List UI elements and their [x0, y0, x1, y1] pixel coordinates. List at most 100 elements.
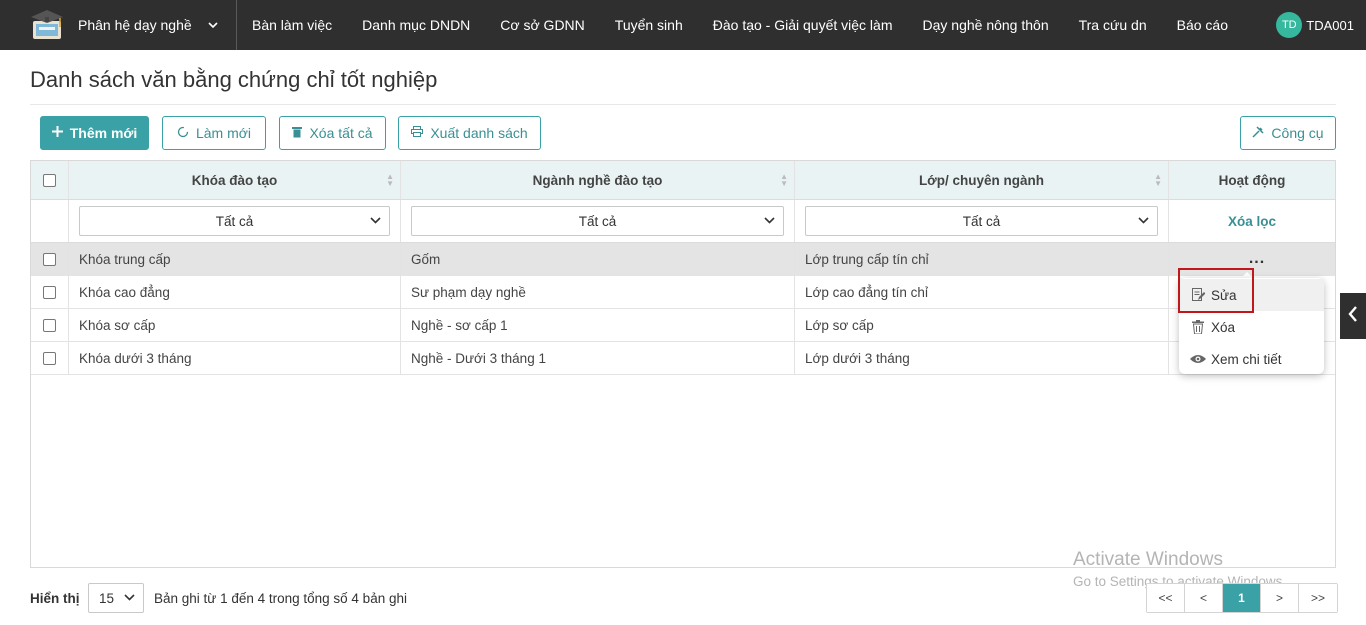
table-cell: Nghề - Dưới 3 tháng 1 [401, 342, 795, 374]
class-filter-select[interactable]: Tất cả [805, 206, 1158, 236]
table-cell: Sư phạm dạy nghề [401, 276, 795, 308]
user-menu[interactable]: TD TDA001 [1276, 12, 1354, 38]
graduation-cap-logo-icon [30, 8, 64, 42]
user-name: TDA001 [1306, 17, 1354, 33]
row-select-cell [31, 342, 69, 374]
filter-cell: Xóa lọc [1169, 200, 1335, 242]
nav-item-ban-lam-viec[interactable]: Bàn làm việc [252, 17, 332, 33]
column-header-label: Khóa đào tạo [191, 172, 278, 188]
table-cell: Nghề - sơ cấp 1 [401, 309, 795, 341]
column-header-class[interactable]: Lớp/ chuyên ngành ▲ ▼ [795, 161, 1169, 199]
table-cell: Lớp dưới 3 tháng [795, 342, 1169, 374]
row-checkbox[interactable] [43, 252, 56, 266]
refresh-label: Làm mới [195, 125, 252, 141]
printer-icon [411, 126, 424, 140]
filter-cell: Tất cả [795, 200, 1169, 242]
table-cell: Lớp sơ cấp [795, 309, 1169, 341]
add-new-label: Thêm mới [69, 125, 138, 141]
avatar: TD [1276, 12, 1303, 38]
profession-filter-select[interactable]: Tất cả [411, 206, 784, 236]
page-title: Danh sách văn bằng chứng chỉ tốt nghiệp [30, 67, 438, 92]
chevron-down-icon [370, 213, 381, 227]
sort-icon[interactable]: ▲ ▼ [1154, 173, 1162, 188]
filter-cell: Tất cả [69, 200, 401, 242]
column-header-label: Lớp/ chuyên ngành [918, 172, 1045, 188]
top-navigation-bar: Phân hệ dạy nghề Bàn làm việc Danh mục D… [0, 0, 1366, 50]
edit-menu-item[interactable]: Sửa [1179, 279, 1324, 311]
delete-all-label: Xóa tất cả [309, 125, 373, 141]
table-cell: Lớp cao đẳng tín chỉ [795, 276, 1169, 308]
data-table: Khóa đào tạo ▲ ▼ Ngành nghề đào tạo ▲ ▼ Lớ… [30, 160, 1336, 568]
nav-item-co-so-gdnn[interactable]: Cơ sở GDNN [500, 17, 584, 33]
filter-value: Tất cả [215, 213, 254, 229]
column-header-actions: Hoạt động [1169, 161, 1335, 199]
table-cell: Khóa trung cấp [69, 243, 401, 275]
filter-cell: Tất cả [401, 200, 795, 242]
table-row[interactable]: Khóa dưới 3 tháng Nghề - Dưới 3 tháng 1 … [31, 342, 1335, 375]
filter-spacer [31, 200, 69, 242]
delete-all-button[interactable]: Xóa tất cả [279, 116, 386, 150]
course-filter-select[interactable]: Tất cả [79, 206, 390, 236]
chevron-left-icon [1348, 305, 1358, 327]
page-1-button[interactable]: 1 [1223, 584, 1261, 612]
table-header: Khóa đào tạo ▲ ▼ Ngành nghề đào tạo ▲ ▼ Lớ… [31, 161, 1335, 200]
trash-icon [292, 126, 303, 141]
tools-label: Công cụ [1271, 125, 1324, 141]
table-cell: Khóa sơ cấp [69, 309, 401, 341]
chevron-down-icon [764, 213, 775, 227]
column-header-profession[interactable]: Ngành nghề đào tạo ▲ ▼ [401, 161, 795, 199]
table-row[interactable]: Khóa trung cấp Gốm Lớp trung cấp tín chỉ… [31, 243, 1335, 276]
row-checkbox[interactable] [43, 285, 56, 299]
view-detail-menu-item[interactable]: Xem chi tiết [1179, 343, 1324, 375]
prev-page-button[interactable]: < [1185, 584, 1223, 612]
actions-cell: ... [1169, 243, 1335, 275]
export-list-button[interactable]: Xuất danh sách [398, 116, 541, 150]
nav-item-day-nghe-nong-thon[interactable]: Dạy nghề nông thôn [923, 17, 1049, 33]
view-detail-label: Xem chi tiết [1211, 351, 1282, 367]
page-size-value: 15 [99, 590, 115, 606]
nav-item-dao-tao[interactable]: Đào tạo - Giải quyết việc làm [713, 17, 893, 33]
nav-item-bao-cao[interactable]: Báo cáo [1177, 17, 1228, 33]
eye-icon [1189, 354, 1207, 364]
delete-menu-item[interactable]: Xóa [1179, 311, 1324, 343]
row-checkbox[interactable] [43, 351, 56, 365]
add-new-button[interactable]: Thêm mới [40, 116, 149, 150]
sort-icon[interactable]: ▲ ▼ [386, 173, 394, 188]
table-row[interactable]: Khóa sơ cấp Nghề - sơ cấp 1 Lớp sơ cấp [31, 309, 1335, 342]
select-all-checkbox[interactable] [43, 173, 56, 187]
row-checkbox[interactable] [43, 318, 56, 332]
clear-filter-link[interactable]: Xóa lọc [1228, 214, 1276, 229]
nav-item-tuyen-sinh[interactable]: Tuyển sinh [615, 17, 683, 33]
refresh-button[interactable]: Làm mới [162, 116, 266, 150]
more-actions-icon[interactable]: ... [1249, 250, 1265, 268]
chevron-down-icon [124, 590, 135, 604]
filter-value: Tất cả [578, 213, 617, 229]
export-list-label: Xuất danh sách [430, 125, 528, 141]
row-select-cell [31, 309, 69, 341]
main-menu: Bàn làm việc Danh mục DNDN Cơ sở GDNN Tu… [237, 0, 1243, 50]
module-switcher[interactable]: Phân hệ dạy nghề [0, 0, 237, 50]
page-size-label: Hiển thị [30, 591, 80, 606]
first-page-button[interactable]: << [1147, 584, 1185, 612]
nav-item-danh-muc-dndn[interactable]: Danh mục DNDN [362, 17, 470, 33]
column-header-course[interactable]: Khóa đào tạo ▲ ▼ [69, 161, 401, 199]
module-label: Phân hệ dạy nghề [78, 17, 192, 33]
last-page-button[interactable]: >> [1299, 584, 1337, 612]
refresh-icon [177, 126, 189, 141]
row-select-cell [31, 276, 69, 308]
table-row[interactable]: Khóa cao đẳng Sư phạm dạy nghề Lớp cao đ… [31, 276, 1335, 309]
edit-label: Sửa [1211, 287, 1237, 303]
nav-item-tra-cuu[interactable]: Tra cứu dn [1079, 17, 1147, 33]
column-header-label: Hoạt động [1218, 172, 1286, 188]
divider [30, 104, 1336, 105]
next-page-button[interactable]: > [1261, 584, 1299, 612]
chevron-down-icon [1138, 213, 1149, 227]
sort-icon[interactable]: ▲ ▼ [780, 173, 788, 188]
delete-label: Xóa [1211, 319, 1236, 335]
table-cell: Lớp trung cấp tín chỉ [795, 243, 1169, 275]
row-select-cell [31, 243, 69, 275]
tools-button[interactable]: Công cụ [1240, 116, 1336, 150]
chevron-down-icon [208, 18, 218, 32]
page-size-select[interactable]: 15 [88, 583, 144, 613]
side-panel-toggle[interactable] [1340, 293, 1366, 339]
